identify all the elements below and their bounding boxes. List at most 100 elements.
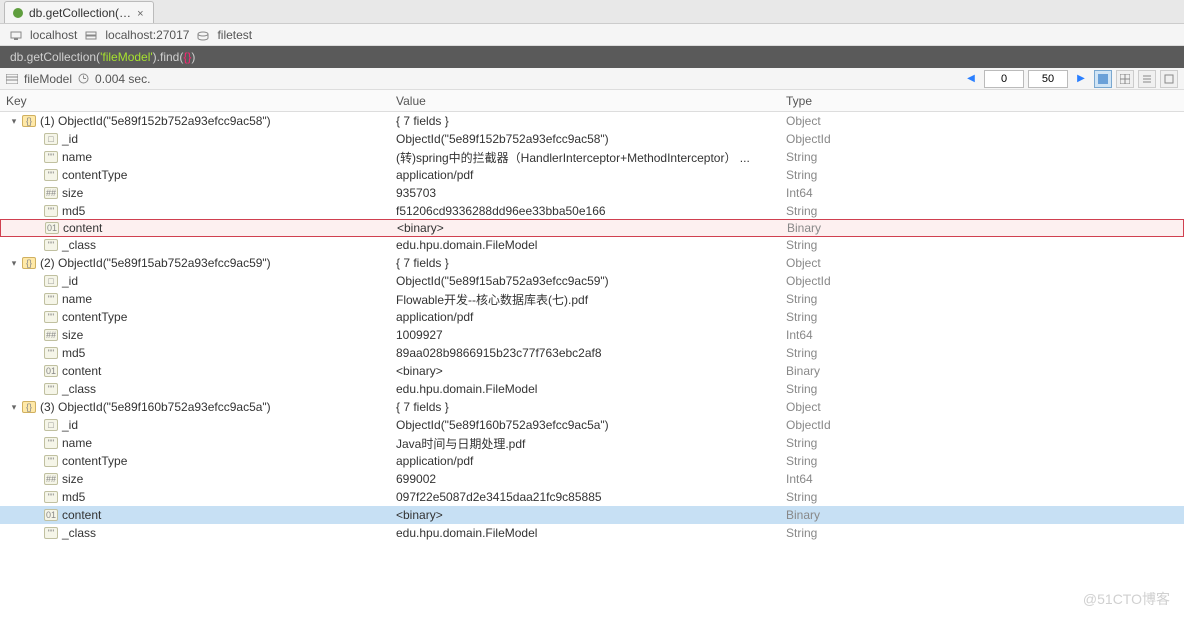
field-value: ObjectId("5e89f160b752a93efcc9ac5a") (390, 418, 780, 432)
str-field-icon: "" (44, 455, 58, 467)
field-type: String (780, 382, 1184, 396)
table-row[interactable]: ▾{}(1) ObjectId("5e89f152b752a93efcc9ac5… (0, 112, 1184, 130)
chevron-down-icon[interactable]: ▾ (8, 115, 20, 127)
breadcrumb-host: localhost (30, 28, 77, 42)
table-row[interactable]: □_idObjectId("5e89f152b752a93efcc9ac58")… (0, 130, 1184, 148)
table-row[interactable]: □_idObjectId("5e89f15ab752a93efcc9ac59")… (0, 272, 1184, 290)
status-timing: 0.004 sec. (95, 72, 150, 86)
table-row[interactable]: ""name(转)spring中的拦截器（HandlerInterceptor+… (0, 148, 1184, 166)
table-row[interactable]: □_idObjectId("5e89f160b752a93efcc9ac5a")… (0, 416, 1184, 434)
field-type: String (780, 346, 1184, 360)
table-row[interactable]: ""_classedu.hpu.domain.FileModelString (0, 524, 1184, 542)
num-field-icon: ## (44, 473, 58, 485)
field-type: ObjectId (780, 418, 1184, 432)
query-prefix: db.getCollection( (10, 50, 100, 64)
table-row[interactable]: ""md5f51206cd9336288dd96ee33bba50e166Str… (0, 202, 1184, 220)
column-header-value[interactable]: Value (390, 94, 780, 108)
database-icon (197, 30, 209, 40)
str-field-icon: "" (44, 205, 58, 217)
table-row[interactable]: ##size935703Int64 (0, 184, 1184, 202)
table-row[interactable]: ""nameFlowable开发--核心数据库表(七).pdfString (0, 290, 1184, 308)
field-type: ObjectId (780, 132, 1184, 146)
field-key: content (63, 221, 102, 235)
field-key: _id (62, 274, 78, 288)
field-type: String (780, 150, 1184, 164)
tab-bar: db.getCollection(… × (0, 0, 1184, 24)
view-popout-button[interactable] (1160, 70, 1178, 88)
field-value: { 7 fields } (390, 400, 780, 414)
field-value: application/pdf (390, 168, 780, 182)
table-row[interactable]: ""_classedu.hpu.domain.FileModelString (0, 380, 1184, 398)
field-key: _class (62, 238, 96, 252)
page-next-button[interactable]: ▶ (1072, 70, 1090, 88)
host-icon (10, 30, 22, 40)
query-tab[interactable]: db.getCollection(… × (4, 1, 154, 23)
str-field-icon: "" (44, 491, 58, 503)
bin-field-icon: 01 (44, 509, 58, 521)
field-key: md5 (62, 490, 85, 504)
field-key: name (62, 436, 92, 450)
view-text-button[interactable] (1138, 70, 1156, 88)
table-row[interactable]: "" _class edu.hpu.domain.FileModelString (0, 236, 1184, 254)
status-bar: fileModel 0.004 sec. ◀ ▶ (0, 68, 1184, 90)
page-offset-input[interactable] (984, 70, 1024, 88)
num-field-icon: ## (44, 329, 58, 341)
table-row[interactable]: 01content<binary>Binary (0, 506, 1184, 524)
field-type: String (780, 238, 1184, 252)
table-row[interactable]: ""contentTypeapplication/pdfString (0, 452, 1184, 470)
field-key: name (62, 292, 92, 306)
field-value: edu.hpu.domain.FileModel (390, 526, 780, 540)
field-type: String (780, 310, 1184, 324)
field-value: <binary> (390, 508, 780, 522)
result-tree[interactable]: ▾{}(1) ObjectId("5e89f152b752a93efcc9ac5… (0, 112, 1184, 619)
field-type: String (780, 490, 1184, 504)
view-tree-button[interactable] (1094, 70, 1112, 88)
str-field-icon: "" (44, 239, 58, 251)
str-field-icon: "" (44, 169, 58, 181)
field-value: <binary> (390, 364, 780, 378)
field-key: size (62, 328, 83, 342)
field-type: Object (780, 256, 1184, 270)
column-header-key[interactable]: Key (0, 94, 390, 108)
field-key: md5 (62, 204, 85, 218)
table-row[interactable]: 01content<binary>Binary (0, 219, 1184, 237)
str-field-icon: "" (44, 527, 58, 539)
query-arg: 'fileModel' (100, 50, 153, 64)
field-key: size (62, 186, 83, 200)
field-key: content (62, 508, 101, 522)
field-value: 699002 (390, 472, 780, 486)
table-row[interactable]: ##size699002Int64 (0, 470, 1184, 488)
str-field-icon: "" (44, 437, 58, 449)
table-row[interactable]: ""contentTypeapplication/pdfString (0, 166, 1184, 184)
field-key: (3) ObjectId("5e89f160b752a93efcc9ac5a") (40, 400, 271, 414)
chevron-down-icon[interactable]: ▾ (8, 257, 20, 269)
table-row[interactable]: 01content<binary>Binary (0, 362, 1184, 380)
field-type: String (780, 454, 1184, 468)
query-bar[interactable]: db.getCollection('fileModel').find({}) (0, 46, 1184, 68)
breadcrumb-server: localhost:27017 (105, 28, 189, 42)
table-row[interactable]: ""contentTypeapplication/pdfString (0, 308, 1184, 326)
field-value: (转)spring中的拦截器（HandlerInterceptor+Method… (390, 149, 780, 166)
table-row[interactable]: ▾{}(3) ObjectId("5e89f160b752a93efcc9ac5… (0, 398, 1184, 416)
table-row[interactable]: ""md589aa028b9866915b23c77f763ebc2af8Str… (0, 344, 1184, 362)
table-row[interactable]: ##size1009927Int64 (0, 326, 1184, 344)
page-prev-button[interactable]: ◀ (962, 70, 980, 88)
field-value: f51206cd9336288dd96ee33bba50e166 (390, 204, 780, 218)
num-field-icon: ## (44, 187, 58, 199)
chevron-down-icon[interactable]: ▾ (8, 401, 20, 413)
field-value: application/pdf (390, 454, 780, 468)
query-braces: {} (183, 50, 191, 64)
field-value: edu.hpu.domain.FileModel (390, 238, 780, 252)
page-limit-input[interactable] (1028, 70, 1068, 88)
table-row[interactable]: ""md5097f22e5087d2e3415daa21fc9c85885Str… (0, 488, 1184, 506)
breadcrumb: localhost localhost:27017 filetest (0, 24, 1184, 46)
view-table-button[interactable] (1116, 70, 1134, 88)
obj-field-icon: {} (22, 115, 36, 127)
table-row[interactable]: ▾{}(2) ObjectId("5e89f15ab752a93efcc9ac5… (0, 254, 1184, 272)
close-icon[interactable]: × (137, 8, 147, 18)
field-key: content (62, 364, 101, 378)
column-header-type[interactable]: Type (780, 94, 1184, 108)
table-row[interactable]: ""nameJava时间与日期处理.pdfString (0, 434, 1184, 452)
clock-icon (78, 73, 89, 84)
str-field-icon: "" (44, 311, 58, 323)
